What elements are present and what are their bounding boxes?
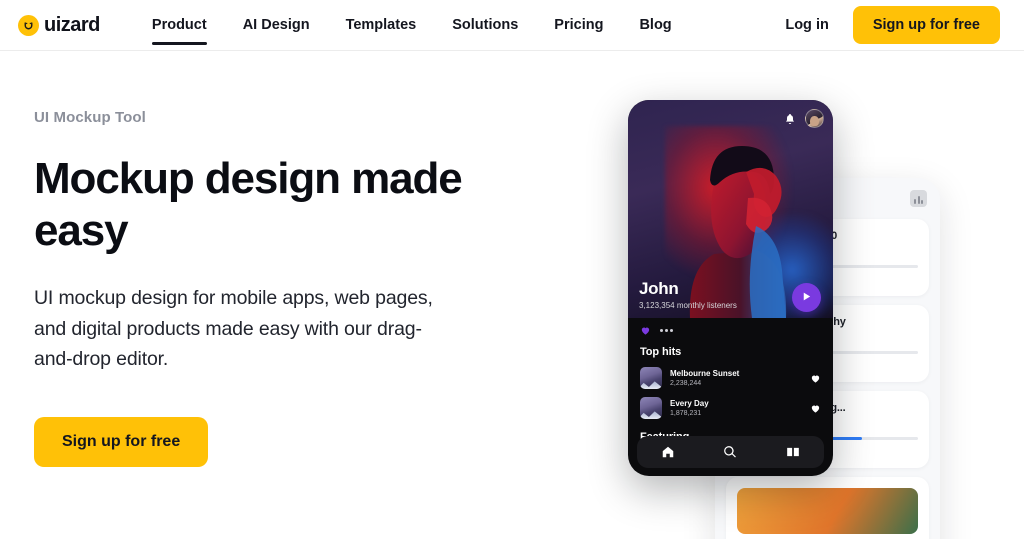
track-title: Every Day <box>670 399 709 408</box>
main-nav: Product AI Design Templates Solutions Pr… <box>134 0 690 51</box>
top-hits-heading: Top hits <box>640 346 682 358</box>
track-plays: 1,878,231 <box>670 410 702 417</box>
nav-label: Pricing <box>554 17 604 33</box>
nav-item-solutions[interactable]: Solutions <box>434 0 536 51</box>
mockup-showcase: Courses Design Thinking 2.0 McKinley 42%… <box>600 95 1024 539</box>
uizard-smiley-icon <box>18 14 39 36</box>
monthly-listeners: 3,123,354 monthly listeners <box>639 301 737 310</box>
course-thumbnail <box>737 488 918 534</box>
track-title: Melbourne Sunset <box>670 369 740 378</box>
track-row[interactable]: Every Day 1,878,231 <box>628 393 833 423</box>
artist-info: John 3,123,354 monthly listeners <box>639 279 737 310</box>
music-app-bottom-nav <box>637 436 824 468</box>
bell-icon[interactable] <box>784 113 796 125</box>
site-header: uizard Product AI Design Templates Solut… <box>0 0 1024 51</box>
avatar[interactable] <box>805 109 824 128</box>
header-signup-button[interactable]: Sign up for free <box>852 6 1000 44</box>
page-title: Mockup design made easy <box>34 154 463 255</box>
heart-icon[interactable] <box>810 403 821 414</box>
book-icon[interactable] <box>774 436 812 468</box>
track-thumbnail <box>640 367 662 389</box>
track-plays: 2,238,244 <box>670 380 702 387</box>
logo-text: uizard <box>44 13 100 36</box>
nav-item-product[interactable]: Product <box>134 0 225 51</box>
nav-label: Blog <box>639 17 672 33</box>
nav-label: AI Design <box>242 17 310 33</box>
track-row[interactable]: Melbourne Sunset 2,238,244 <box>628 363 833 393</box>
search-icon[interactable] <box>711 436 749 468</box>
nav-label: Solutions <box>452 17 519 33</box>
stats-icon[interactable] <box>910 190 927 207</box>
play-icon <box>801 289 812 307</box>
nav-item-templates[interactable]: Templates <box>328 0 435 51</box>
hero-eyebrow: UI Mockup Tool <box>34 109 146 126</box>
heart-icon[interactable] <box>810 373 821 384</box>
nav-label: Templates <box>345 17 417 33</box>
nav-item-ai-design[interactable]: AI Design <box>225 0 328 51</box>
track-thumbnail <box>640 397 662 419</box>
nav-label: Product <box>151 17 207 33</box>
music-app-mockup: John 3,123,354 monthly listeners Top hit… <box>628 100 833 476</box>
artist-actions <box>628 318 833 338</box>
favorite-icon[interactable] <box>640 325 651 336</box>
landing-page: uizard Product AI Design Templates Solut… <box>0 0 1024 539</box>
music-app-top-icons <box>784 109 824 128</box>
play-button[interactable] <box>792 283 821 312</box>
hero-copy: UI Mockup Tool Mockup design made easy U… <box>34 109 504 468</box>
nav-item-blog[interactable]: Blog <box>621 0 689 51</box>
hero-subtitle: UI mockup design for mobile apps, web pa… <box>34 286 433 371</box>
home-icon[interactable] <box>649 436 687 468</box>
nav-item-pricing[interactable]: Pricing <box>536 0 621 51</box>
logo[interactable]: uizard <box>18 14 100 37</box>
hero-signup-button[interactable]: Sign up for free <box>34 417 209 468</box>
artist-photo: John 3,123,354 monthly listeners <box>628 100 833 318</box>
artist-name: John <box>639 279 679 298</box>
header-actions: Log in Sign up for free <box>785 6 1000 44</box>
more-options-icon[interactable] <box>660 329 673 332</box>
login-link[interactable]: Log in <box>785 17 829 33</box>
course-card[interactable] <box>726 477 929 539</box>
